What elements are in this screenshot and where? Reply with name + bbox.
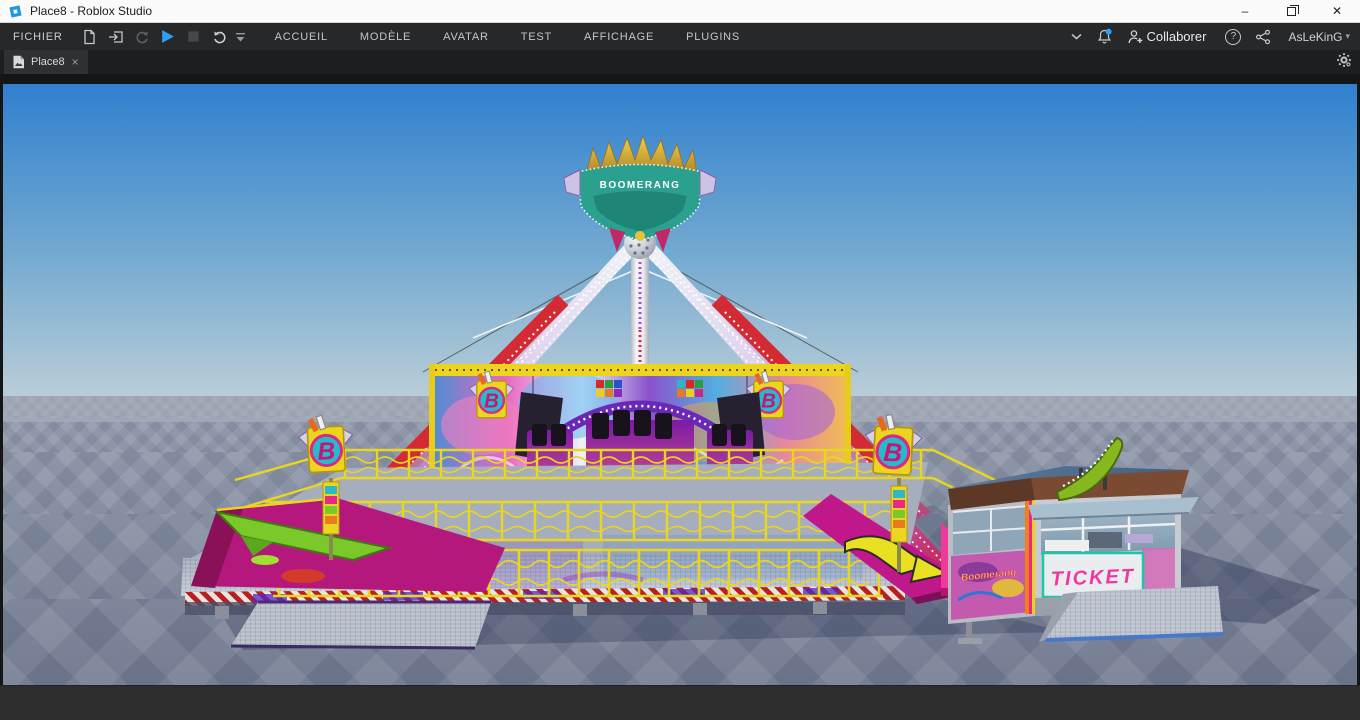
stop-button[interactable] xyxy=(181,26,207,48)
ribbon-bar: FICHIER ACCUEIL MODÈLE AVATAR TEST AFFIC… xyxy=(0,23,1360,50)
undo-icon xyxy=(213,31,226,43)
toolbar-options-icon xyxy=(236,32,246,41)
window-titlebar: Place8 - Roblox Studio – ✕ xyxy=(0,0,1360,23)
game-settings-button[interactable] xyxy=(1336,52,1352,73)
menu-affichage[interactable]: AFFICHAGE xyxy=(573,31,665,43)
document-tabbar: Place8 × xyxy=(0,50,1360,74)
collaborate-button[interactable]: Collaborer xyxy=(1120,25,1218,49)
sky xyxy=(3,84,1357,396)
notifications-button[interactable] xyxy=(1089,25,1120,49)
ribbon-collapse-button[interactable] xyxy=(1064,25,1089,49)
menu-plugins[interactable]: PLUGINS xyxy=(675,31,751,43)
account-username[interactable]: AsLeKinG xyxy=(1288,30,1342,44)
gear-icon xyxy=(1337,52,1351,67)
minimize-button[interactable]: – xyxy=(1222,0,1268,22)
place-tab[interactable]: Place8 × xyxy=(4,50,88,74)
tab-close-button[interactable]: × xyxy=(72,55,79,69)
3d-viewport[interactable]: BOOMERANG Boomerang TICKET xyxy=(3,84,1357,685)
bottom-dock xyxy=(0,685,1360,720)
collaborate-label: Collaborer xyxy=(1146,29,1207,44)
toolbar-options-button[interactable] xyxy=(233,26,249,48)
ticket-sign-text: TICKET xyxy=(1050,566,1135,591)
new-file-icon xyxy=(84,29,95,44)
chevron-down-icon xyxy=(1071,33,1082,40)
menu-accueil[interactable]: ACCUEIL xyxy=(264,31,339,43)
close-button[interactable]: ✕ xyxy=(1314,0,1360,22)
redo-button[interactable] xyxy=(129,26,155,48)
booth-ramp[interactable] xyxy=(1039,586,1224,642)
notification-dot xyxy=(1106,28,1113,35)
share-icon xyxy=(1256,29,1271,44)
entry-ramp[interactable] xyxy=(230,600,491,650)
new-file-button[interactable] xyxy=(77,26,103,48)
account-caret-icon[interactable]: ▾ xyxy=(1345,31,1350,42)
add-collaborator-icon xyxy=(1129,29,1143,43)
restore-icon xyxy=(1286,4,1299,16)
file-menu-button[interactable]: FICHIER xyxy=(0,31,77,43)
menu-modele[interactable]: MODÈLE xyxy=(349,31,422,43)
help-button[interactable]: ? xyxy=(1218,25,1248,49)
play-button[interactable] xyxy=(155,26,181,48)
menu-avatar[interactable]: AVATAR xyxy=(432,31,500,43)
crest-text: BOOMERANG xyxy=(600,180,681,191)
bell-icon xyxy=(1098,28,1113,44)
play-icon xyxy=(162,30,174,43)
help-icon: ? xyxy=(1225,28,1242,45)
share-button[interactable] xyxy=(1248,25,1278,49)
undo-button[interactable] xyxy=(207,26,233,48)
scene-canvas[interactable]: BOOMERANG Boomerang TICKET xyxy=(3,84,1357,685)
menu-test[interactable]: TEST xyxy=(510,31,563,43)
open-file-button[interactable] xyxy=(103,26,129,48)
redo-icon xyxy=(136,31,148,43)
viewport-dock: BOOMERANG Boomerang TICKET xyxy=(0,74,1360,685)
tab-label: Place8 xyxy=(31,56,65,68)
maximize-button[interactable] xyxy=(1268,0,1314,22)
open-file-icon xyxy=(108,30,123,43)
window-title: Place8 - Roblox Studio xyxy=(30,4,153,18)
place-file-icon xyxy=(13,55,24,69)
roblox-studio-logo xyxy=(9,4,22,18)
stop-icon xyxy=(188,31,199,42)
